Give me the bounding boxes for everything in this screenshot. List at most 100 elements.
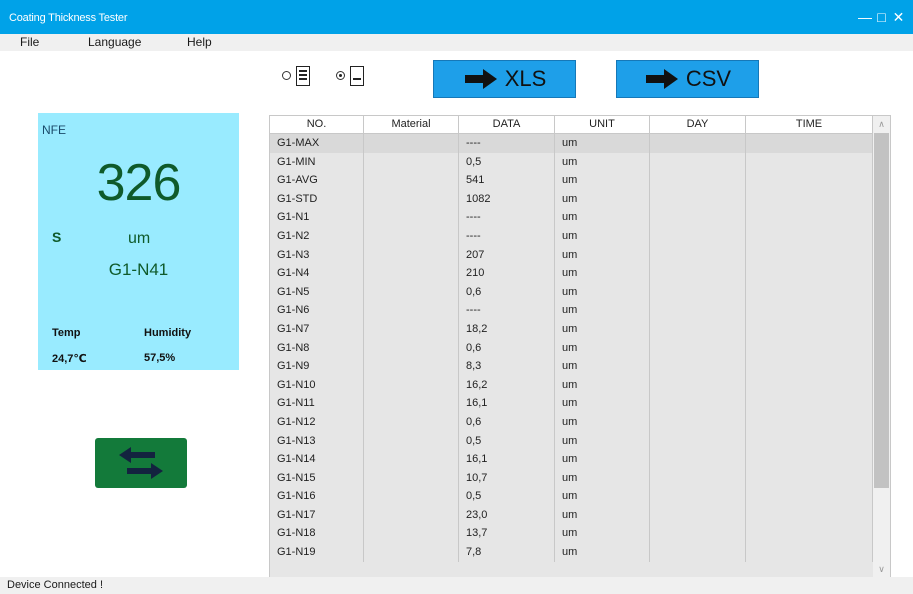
- radio-option-1[interactable]: [282, 71, 291, 80]
- data-table: NO. Material DATA UNIT DAY TIME G1-MAX --…: [269, 115, 891, 579]
- table-cell: G1-AVG: [270, 171, 364, 190]
- table-cell: um: [555, 487, 650, 506]
- column-header[interactable]: TIME: [746, 116, 873, 134]
- table-row[interactable]: G1-N10 16,2 um: [270, 375, 873, 395]
- table-cell: um: [555, 375, 650, 395]
- table-cell: 0,6: [459, 412, 555, 432]
- export-csv-button[interactable]: CSV: [616, 60, 759, 98]
- table-row[interactable]: G1-N17 23,0 um: [270, 505, 873, 525]
- table-header: NO. Material DATA UNIT DAY TIME: [270, 116, 873, 134]
- table-row[interactable]: G1-N1 ---- um: [270, 208, 873, 227]
- probe-mode: NFE: [42, 123, 66, 137]
- table-cell: G1-N8: [270, 338, 364, 358]
- table-row[interactable]: G1-MIN 0,5 um: [270, 152, 873, 172]
- table-cell: G1-N2: [270, 226, 364, 246]
- table-cell: 7,8: [459, 543, 555, 562]
- table-row[interactable]: G1-N2 ---- um: [270, 226, 873, 246]
- table-row[interactable]: G1-N7 18,2 um: [270, 319, 873, 339]
- measurement-point: G1-N41: [108, 260, 169, 279]
- column-header[interactable]: DATA: [459, 116, 555, 134]
- close-icon[interactable]: ✕: [892, 9, 905, 25]
- table-cell: [650, 394, 746, 413]
- table-row[interactable]: G1-N13 0,5 um: [270, 431, 873, 451]
- export-xls-label: XLS: [504, 66, 547, 91]
- table-cell: G1-N11: [270, 394, 364, 413]
- table-cell: [650, 245, 746, 265]
- table-cell: [364, 450, 459, 469]
- table-row[interactable]: G1-N19 7,8 um: [270, 543, 873, 562]
- table-cell: [746, 431, 873, 451]
- table-cell: [650, 189, 746, 209]
- window-title: Coating Thickness Tester: [9, 12, 128, 24]
- menu-file[interactable]: File: [20, 35, 39, 49]
- vertical-scrollbar[interactable]: ∧ ∨: [873, 116, 890, 578]
- table-cell: ----: [459, 208, 555, 227]
- table-cell: um: [555, 319, 650, 339]
- table-row[interactable]: G1-N8 0,6 um: [270, 338, 873, 358]
- menu-help[interactable]: Help: [187, 35, 212, 49]
- table-cell: [650, 338, 746, 358]
- table-row[interactable]: G1-N4 210 um: [270, 264, 873, 283]
- table-cell: [364, 282, 459, 302]
- export-xls-button[interactable]: XLS: [433, 60, 576, 98]
- table-row[interactable]: G1-N12 0,6 um: [270, 412, 873, 432]
- table-cell: [746, 301, 873, 320]
- table-cell: um: [555, 301, 650, 320]
- table-cell: [650, 208, 746, 227]
- table-cell: [746, 189, 873, 209]
- document-outline-icon: [350, 66, 364, 86]
- table-cell: [364, 264, 459, 283]
- table-row[interactable]: G1-N14 16,1 um: [270, 450, 873, 469]
- table-cell: um: [555, 282, 650, 302]
- maximize-icon[interactable]: □: [875, 9, 888, 25]
- table-cell: um: [555, 152, 650, 172]
- table-cell: um: [555, 450, 650, 469]
- table-row[interactable]: G1-N18 13,7 um: [270, 524, 873, 544]
- table-cell: [364, 412, 459, 432]
- table-cell: [364, 524, 459, 544]
- table-row[interactable]: G1-N9 8,3 um: [270, 357, 873, 376]
- table-cell: [746, 375, 873, 395]
- table-cell: um: [555, 543, 650, 562]
- table-cell: um: [555, 505, 650, 525]
- table-cell: [746, 487, 873, 506]
- table-cell: G1-N18: [270, 524, 364, 544]
- table-cell: G1-N3: [270, 245, 364, 265]
- scrollbar-thumb[interactable]: [874, 133, 889, 488]
- table-row[interactable]: G1-N6 ---- um: [270, 301, 873, 320]
- column-header[interactable]: Material: [364, 116, 459, 134]
- table-cell: 0,5: [459, 431, 555, 451]
- table-cell: G1-N4: [270, 264, 364, 283]
- scroll-down-icon[interactable]: ∨: [873, 561, 890, 578]
- column-header[interactable]: UNIT: [555, 116, 650, 134]
- table-row[interactable]: G1-STD 1082 um: [270, 189, 873, 209]
- minimize-icon[interactable]: —: [858, 9, 872, 25]
- table-row[interactable]: G1-MAX ---- um: [270, 134, 873, 153]
- status-bar: Device Connected !: [0, 577, 913, 594]
- radio-option-2[interactable]: [336, 71, 345, 80]
- scroll-up-icon[interactable]: ∧: [873, 116, 890, 133]
- table-row[interactable]: G1-N5 0,6 um: [270, 282, 873, 302]
- table-cell: um: [555, 189, 650, 209]
- table-row[interactable]: G1-AVG 541 um: [270, 171, 873, 190]
- table-cell: G1-N10: [270, 375, 364, 395]
- table-cell: [746, 171, 873, 190]
- table-cell: 16,2: [459, 375, 555, 395]
- table-cell: [650, 450, 746, 469]
- table-row[interactable]: G1-N3 207 um: [270, 245, 873, 265]
- table-cell: [364, 487, 459, 506]
- table-row[interactable]: G1-N11 16,1 um: [270, 394, 873, 413]
- column-header[interactable]: DAY: [650, 116, 746, 134]
- swap-button[interactable]: [95, 438, 187, 488]
- table-cell: 1082: [459, 189, 555, 209]
- table-row[interactable]: G1-N16 0,5 um: [270, 487, 873, 506]
- thickness-value: 326: [96, 154, 182, 212]
- table-row[interactable]: G1-N15 10,7 um: [270, 468, 873, 488]
- menu-language[interactable]: Language: [88, 35, 141, 49]
- table-cell: [746, 468, 873, 488]
- table-cell: 16,1: [459, 394, 555, 413]
- column-header[interactable]: NO.: [270, 116, 364, 134]
- table-cell: G1-STD: [270, 189, 364, 209]
- table-cell: um: [555, 468, 650, 488]
- table-body: G1-MAX ---- um G1-MIN 0,5 um G1-AVG 541 um G1-STD…: [270, 134, 873, 562]
